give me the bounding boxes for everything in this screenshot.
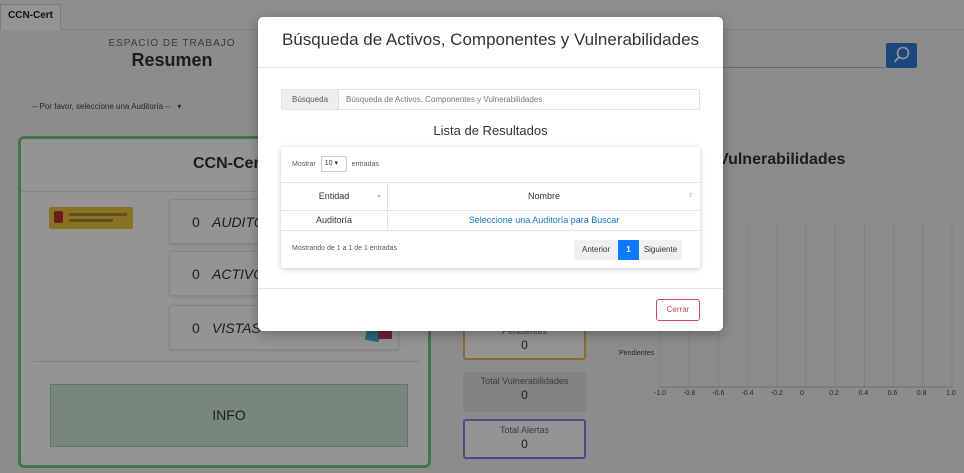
- results-title: Lista de Resultados: [433, 123, 548, 138]
- table-info: Mostrando de 1 a 1 de 1 entradas: [292, 245, 398, 252]
- next-page-button[interactable]: Siguiente: [639, 240, 682, 260]
- page-length-control: Mostrar 10 ▾ entradas: [292, 156, 379, 172]
- modal-title: Búsqueda de Activos, Componentes y Vulne…: [281, 30, 700, 49]
- column-header-entidad[interactable]: Entidad ▲: [281, 183, 388, 210]
- sort-asc-icon: ▲: [376, 193, 382, 199]
- column-label: Nombre: [527, 191, 560, 201]
- column-header-nombre[interactable]: Nombre ⇕: [388, 183, 700, 210]
- search-group: Búsqueda: [281, 89, 700, 110]
- divider: [258, 288, 723, 289]
- show-prefix: Mostrar: [292, 160, 316, 168]
- sort-icon: ⇕: [688, 193, 694, 199]
- show-suffix: entradas: [351, 160, 379, 168]
- cell-nombre-link[interactable]: Seleccione una Auditoría para Buscar: [388, 211, 700, 230]
- divider: [258, 67, 723, 68]
- results-table-card: Mostrar 10 ▾ entradas Entidad ▲ Nombre ⇕…: [281, 147, 700, 268]
- search-input[interactable]: [342, 90, 697, 109]
- table-header: Entidad ▲ Nombre ⇕: [281, 182, 700, 211]
- page-length-select[interactable]: 10 ▾: [320, 156, 347, 172]
- search-modal: Búsqueda de Activos, Componentes y Vulne…: [258, 17, 723, 331]
- prev-page-button[interactable]: Anterior: [574, 240, 618, 260]
- cell-entidad: Auditoría: [281, 211, 388, 230]
- chevron-down-icon: ▾: [334, 160, 338, 167]
- table-row[interactable]: Auditoría Seleccione una Auditoría para …: [281, 211, 700, 231]
- close-button[interactable]: Cerrar: [656, 299, 700, 321]
- column-label: Entidad: [318, 191, 350, 201]
- page-length-value: 10: [324, 160, 333, 167]
- page-1-button[interactable]: 1: [618, 240, 639, 260]
- search-addon: Búsqueda: [282, 90, 339, 109]
